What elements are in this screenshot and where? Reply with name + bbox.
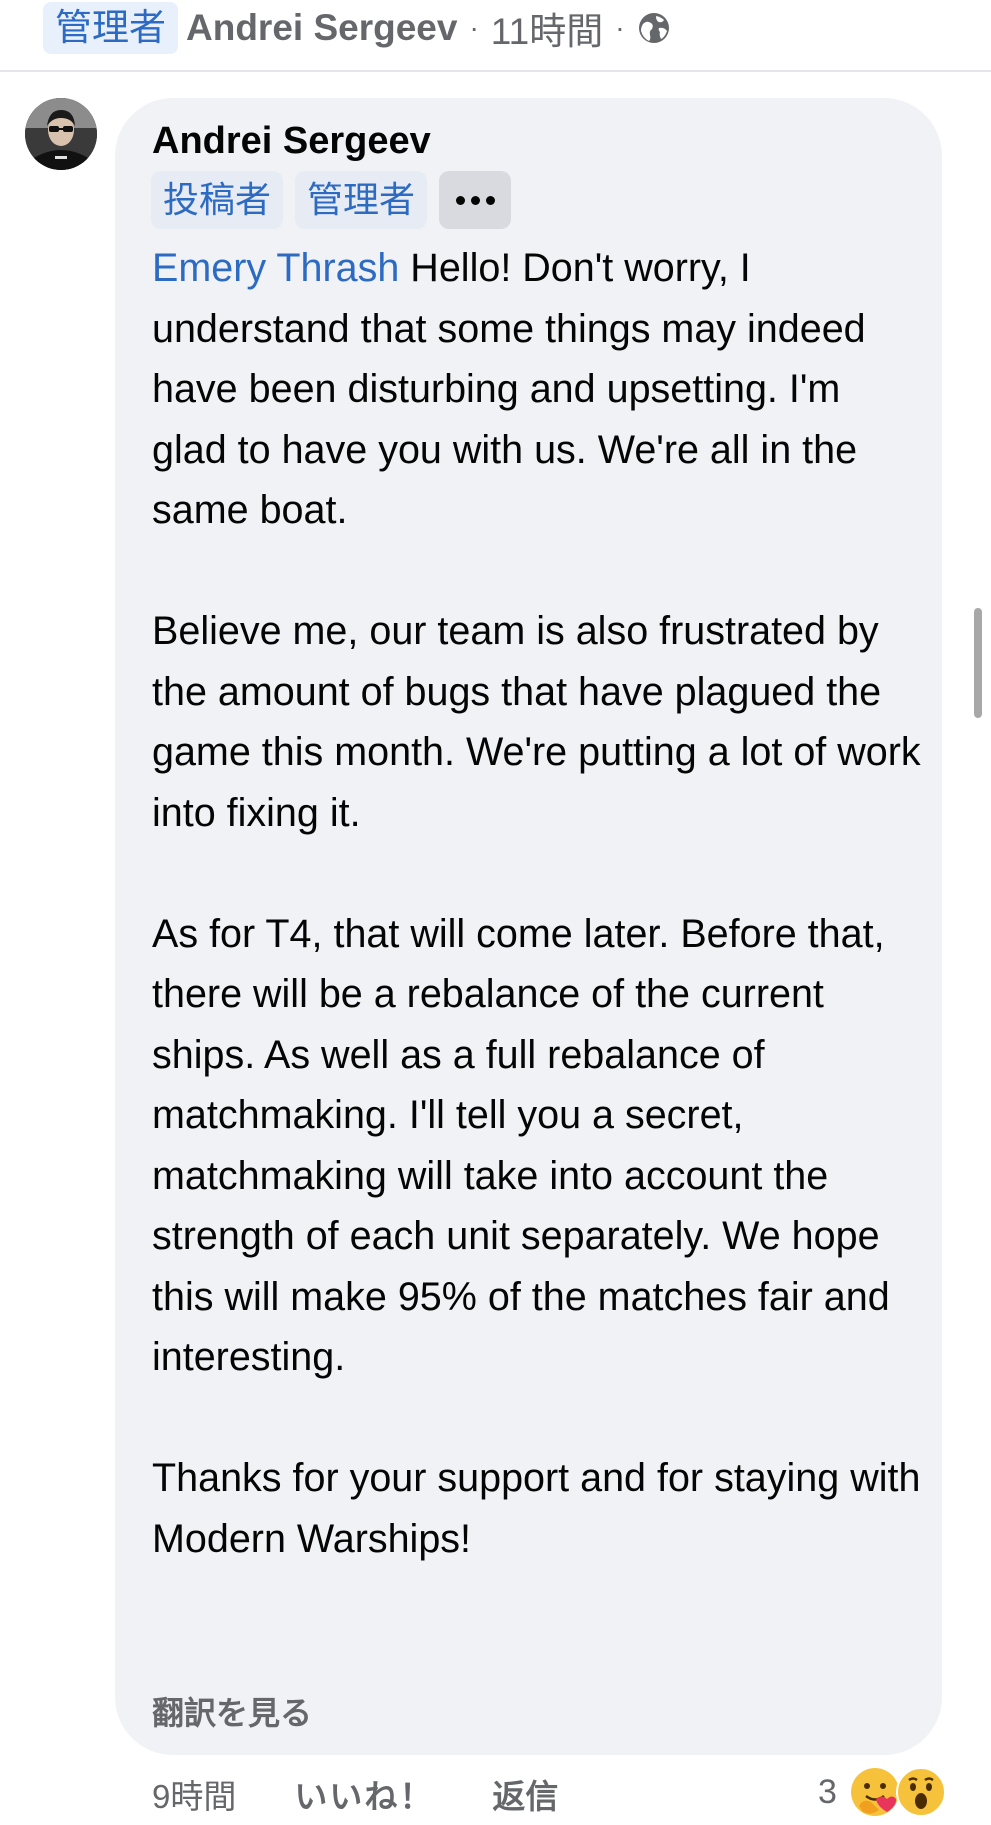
admin-badge: 管理者 (43, 1, 178, 54)
more-dots-icon (470, 195, 480, 205)
reply-button[interactable]: 返信 (492, 1770, 558, 1818)
mention-link[interactable]: Emery Thrash (152, 246, 399, 290)
comment-paragraph: Emery Thrash Hello! Don't worry, I under… (152, 238, 922, 541)
scrollbar-thumb[interactable] (974, 608, 982, 718)
comment-paragraph: As for T4, that will come later. Before … (152, 911, 890, 1380)
see-translation-link[interactable]: 翻訳を見る (152, 1688, 312, 1734)
globe-icon (638, 12, 669, 43)
previous-comment-header: 管理者 Andrei Sergeev · 11時間 · (43, 0, 671, 55)
admin-badge: 管理者 (295, 171, 428, 229)
timestamp[interactable]: 11時間 (491, 1, 603, 55)
divider (0, 70, 991, 72)
comment-author-name[interactable]: Andrei Sergeev (152, 120, 431, 163)
reaction-count: 3 (818, 1772, 837, 1811)
more-options-button[interactable] (439, 171, 512, 229)
more-dots-icon (455, 195, 465, 205)
original-poster-badge: 投稿者 (151, 171, 284, 229)
more-dots-icon (485, 195, 495, 205)
comment-timestamp[interactable]: 9時間 (152, 1770, 236, 1818)
comment-actions: 9時間 いいね！ 返信 (152, 1768, 558, 1820)
separator-dot: · (469, 11, 479, 43)
comment-thread: 管理者 Andrei Sergeev · 11時間 · Andrei Serge… (0, 0, 991, 1825)
separator-dot: · (615, 11, 625, 43)
comment-paragraph: Believe me, our team is also frustrated … (152, 609, 921, 835)
wow-emoji-icon (895, 1767, 946, 1817)
avatar[interactable] (25, 98, 97, 170)
like-button[interactable]: いいね！ (294, 1770, 434, 1818)
comment-body: Emery Thrash Hello! Don't worry, I under… (152, 238, 922, 1569)
comment-paragraph: Thanks for your support and for staying … (152, 1456, 921, 1561)
author-badges: 投稿者 管理者 (151, 171, 512, 229)
reaction-summary[interactable]: 3 (818, 1763, 947, 1821)
care-emoji-icon (850, 1768, 899, 1816)
comment-bubble: Andrei Sergeev 投稿者 管理者 Emery Thrash Hell… (115, 98, 942, 1755)
avatar-image (25, 98, 97, 170)
author-name[interactable]: Andrei Sergeev (186, 7, 457, 49)
